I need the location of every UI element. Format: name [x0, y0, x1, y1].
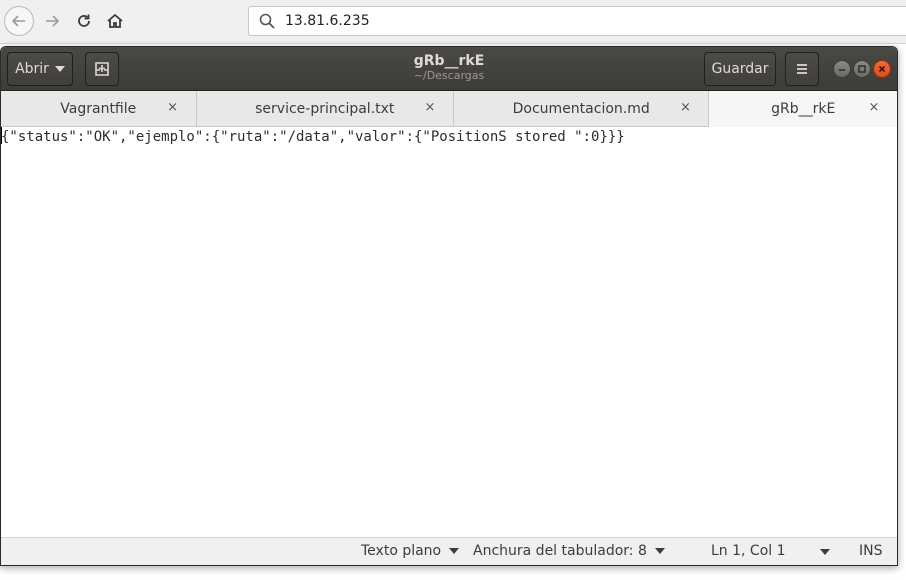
- document-title: gRb__rkE: [413, 53, 485, 69]
- close-tab-icon[interactable]: ×: [166, 100, 180, 115]
- header-bar: Abrir gRb__rkE ~/Descargas Guardar: [1, 47, 897, 91]
- minimize-icon: [839, 69, 845, 71]
- new-tab-icon: [95, 62, 109, 76]
- cursor-position-label: Ln 1, Col 1: [711, 543, 786, 559]
- home-button[interactable]: [101, 7, 129, 35]
- browser-toolbar: 13.81.6.235: [0, 0, 906, 44]
- tab-grb-rke[interactable]: gRb__rkE ×: [709, 91, 897, 127]
- chevron-down-icon: [449, 548, 460, 554]
- open-button-label: Abrir: [15, 61, 49, 77]
- minimize-button[interactable]: [833, 60, 851, 78]
- new-document-button[interactable]: [85, 52, 119, 86]
- editor-text: {"status":"OK","ejemplo":{"ruta":"/data"…: [1, 129, 625, 145]
- close-tab-icon[interactable]: ×: [423, 100, 437, 115]
- arrow-right-icon: [46, 15, 60, 27]
- tab-documentacion[interactable]: Documentacion.md ×: [454, 91, 710, 127]
- editor-window: Abrir gRb__rkE ~/Descargas Guardar Vagra…: [0, 46, 898, 566]
- close-icon: [878, 65, 886, 73]
- language-selector[interactable]: Texto plano: [361, 543, 460, 559]
- open-button[interactable]: Abrir: [7, 52, 73, 86]
- save-button-label: Guardar: [711, 61, 769, 77]
- chevron-down-icon[interactable]: [820, 549, 830, 555]
- status-bar: Texto plano Anchura del tabulador: 8 Ln …: [1, 537, 897, 565]
- window-title: gRb__rkE ~/Descargas: [301, 53, 597, 83]
- search-icon: [257, 11, 277, 31]
- save-button[interactable]: Guardar: [704, 52, 776, 86]
- tab-service-principal[interactable]: service-principal.txt ×: [197, 91, 454, 127]
- document-path: ~/Descargas: [413, 69, 485, 82]
- maximize-icon: [858, 65, 866, 73]
- tab-label: Documentacion.md: [512, 101, 650, 117]
- tab-label: gRb__rkE: [771, 101, 836, 117]
- forward-button[interactable]: [38, 7, 66, 35]
- tab-label: Vagrantfile: [60, 101, 137, 117]
- hamburger-menu-icon: [797, 64, 807, 74]
- text-editor-area[interactable]: {"status":"OK","ejemplo":{"ruta":"/data"…: [1, 127, 897, 539]
- back-button[interactable]: [4, 6, 34, 36]
- insert-mode-indicator: INS: [859, 543, 883, 559]
- document-tabs: Vagrantfile × service-principal.txt × Do…: [1, 91, 897, 127]
- tab-vagrantfile[interactable]: Vagrantfile ×: [1, 91, 197, 127]
- chevron-down-icon: [654, 548, 665, 554]
- language-label: Texto plano: [361, 543, 442, 559]
- tab-width-label: Anchura del tabulador: 8: [473, 543, 647, 559]
- window-controls: [833, 60, 891, 78]
- reload-button[interactable]: [70, 7, 98, 35]
- tab-label: service-principal.txt: [255, 101, 395, 117]
- menu-button[interactable]: [785, 52, 819, 86]
- close-tab-icon[interactable]: ×: [678, 100, 692, 115]
- editor-content: {"status":"OK","ejemplo":{"ruta":"/data"…: [1, 127, 625, 147]
- arrow-left-icon: [11, 15, 25, 27]
- close-tab-icon[interactable]: ×: [867, 100, 881, 115]
- close-window-button[interactable]: [873, 60, 891, 78]
- insert-mode-label: INS: [859, 543, 883, 559]
- maximize-button[interactable]: [853, 60, 871, 78]
- chevron-down-icon: [54, 66, 65, 72]
- url-bar[interactable]: 13.81.6.235: [248, 6, 906, 36]
- cursor-position-selector[interactable]: Ln 1, Col 1: [711, 543, 786, 559]
- tab-width-selector[interactable]: Anchura del tabulador: 8: [473, 543, 665, 559]
- url-text: 13.81.6.235: [285, 13, 370, 29]
- home-icon: [107, 13, 123, 28]
- reload-icon: [78, 14, 90, 27]
